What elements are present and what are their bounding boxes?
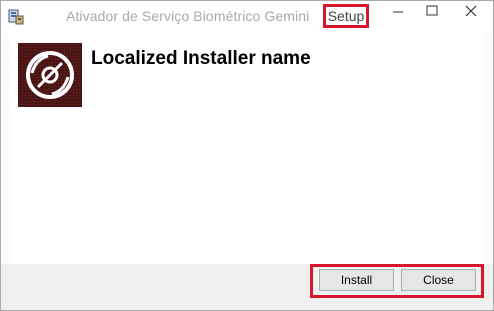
close-icon[interactable] [449, 1, 493, 21]
installer-app-icon [8, 9, 24, 25]
install-button[interactable]: Install [319, 269, 394, 291]
window-title-setup: Setup [323, 4, 369, 28]
installer-content: Localized Installer name [10, 33, 485, 264]
maximize-icon[interactable] [417, 1, 447, 21]
installer-window: Ativador de Serviço Biométrico Gemini Se… [0, 0, 494, 311]
disc-icon [26, 51, 74, 99]
title-bar[interactable]: Ativador de Serviço Biométrico Gemini Se… [1, 1, 493, 33]
window-title: Ativador de Serviço Biométrico Gemini [66, 8, 310, 24]
disc-logo-icon [18, 43, 82, 107]
installer-heading: Localized Installer name [91, 48, 311, 69]
close-button[interactable]: Close [401, 269, 476, 291]
minimize-icon[interactable] [383, 1, 413, 21]
